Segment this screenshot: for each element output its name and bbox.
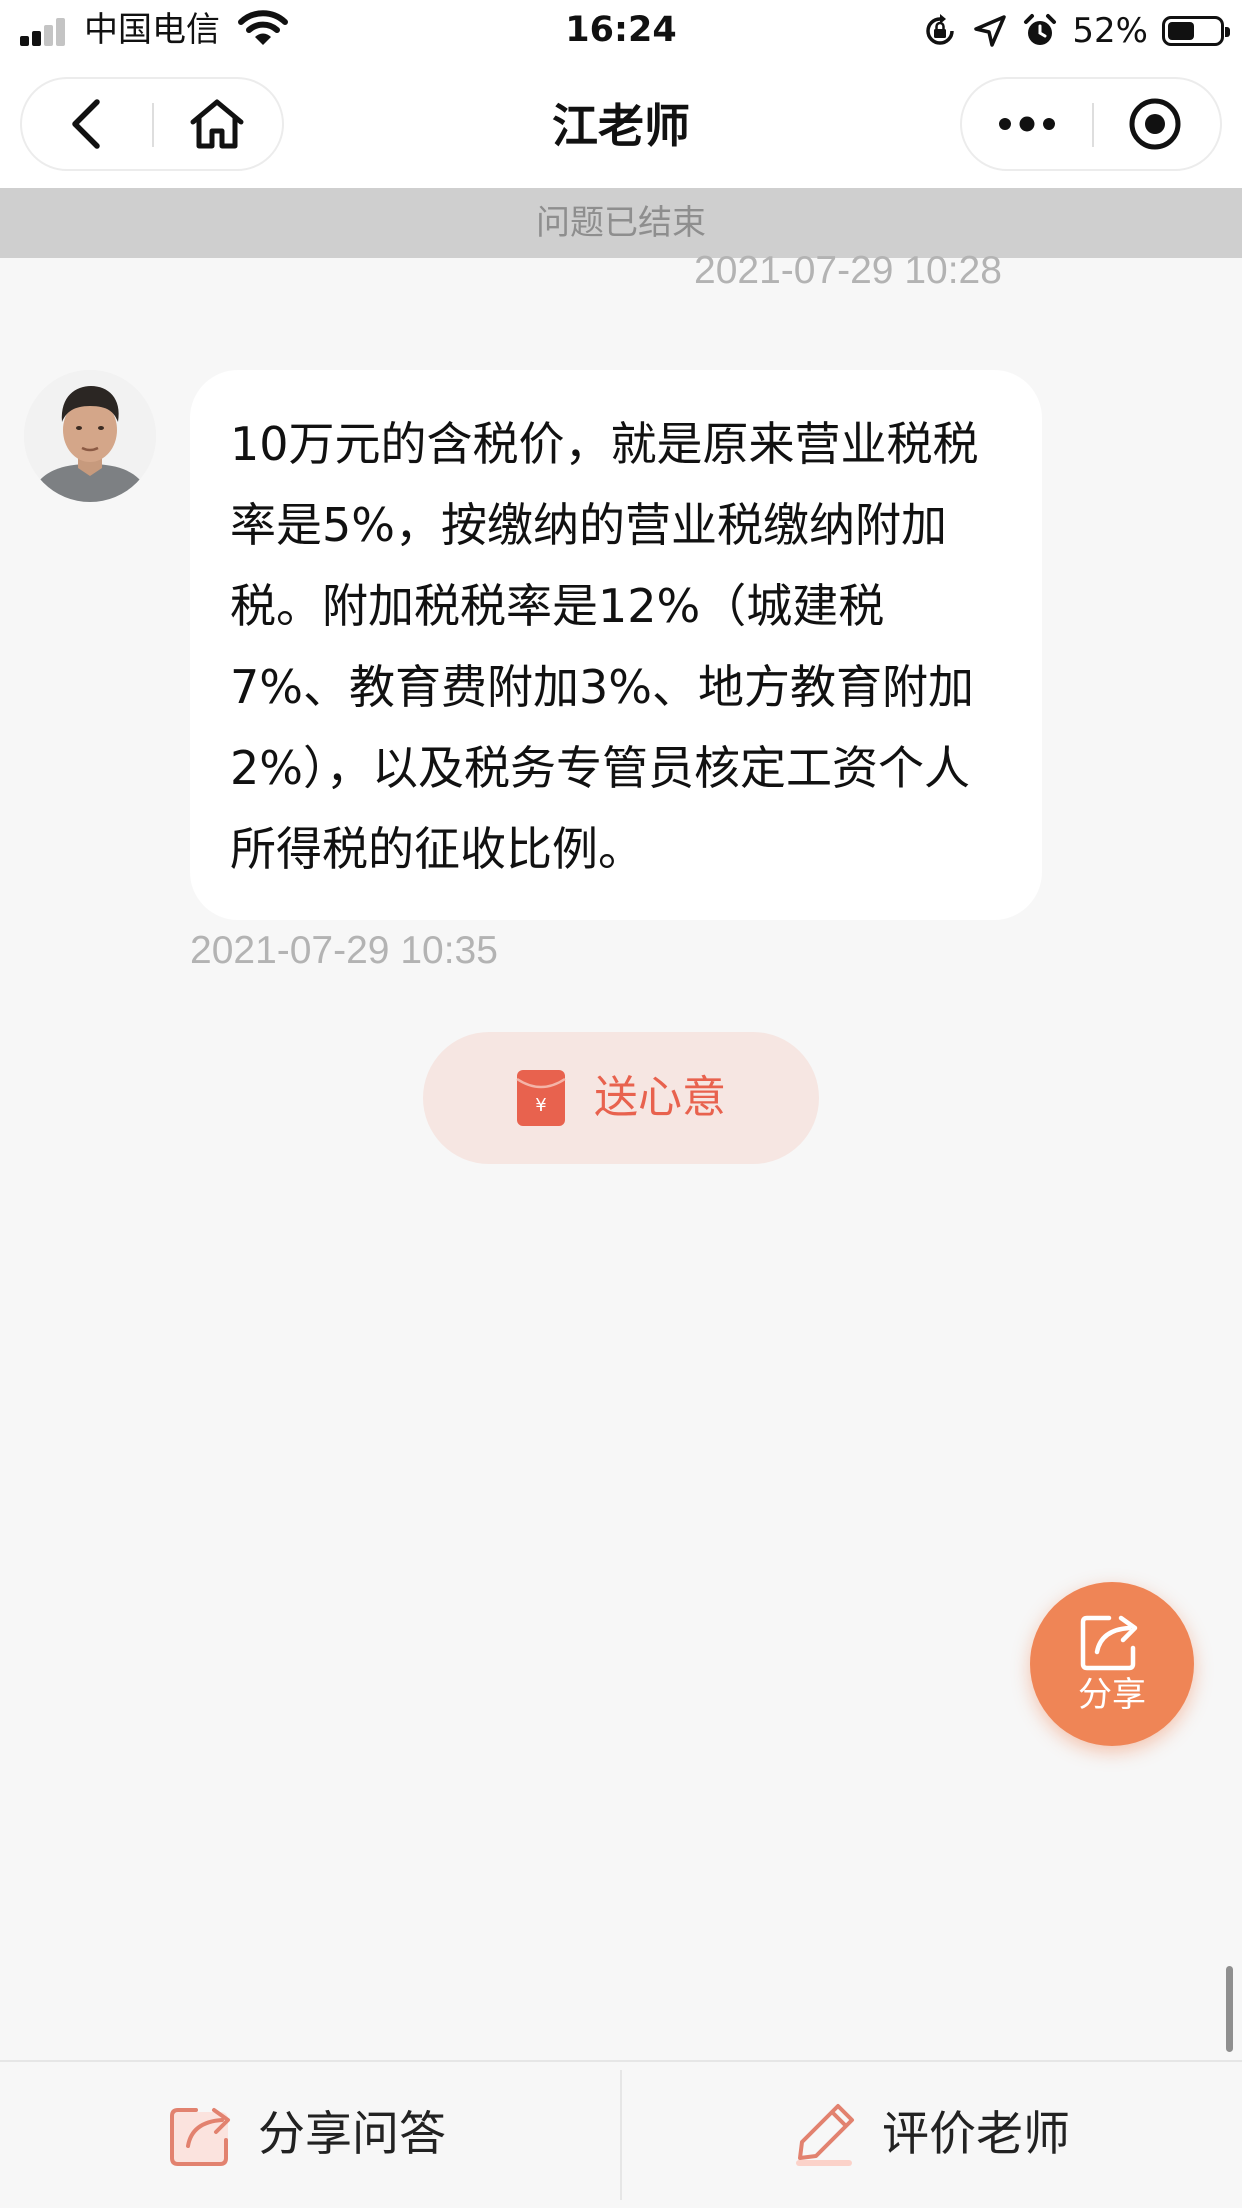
message-text: 10万元的含税价，就是原来营业税税率是5%，按缴纳的营业税缴纳附加税。附加税税率…	[230, 417, 979, 876]
more-icon	[999, 116, 1055, 132]
svg-text:¥: ¥	[535, 1095, 546, 1116]
battery-percent: 52%	[1072, 11, 1148, 51]
more-button[interactable]	[962, 79, 1092, 169]
battery-level	[1168, 22, 1194, 40]
status-bar: 中国电信 16:24 52%	[0, 0, 1242, 62]
share-floating-label: 分享	[1078, 1675, 1146, 1715]
nav-capsule-right	[960, 77, 1222, 171]
bottom-action-bar: 分享问答 评价老师	[0, 2060, 1242, 2208]
navigation-bar: 江老师	[0, 62, 1242, 188]
rate-teacher-label: 评价老师	[882, 2107, 1070, 2162]
close-mini-program-icon	[1129, 98, 1181, 150]
share-qa-icon	[170, 2108, 230, 2166]
share-icon	[1080, 1615, 1138, 1671]
alarm-icon	[1024, 14, 1057, 45]
battery-icon	[1162, 16, 1230, 46]
teacher-avatar[interactable]	[24, 370, 156, 502]
message-bubble: 10万元的含税价，就是原来营业税税率是5%，按缴纳的营业税缴纳附加税。附加税税率…	[190, 370, 1042, 920]
send-tip-label: 送心意	[594, 1072, 726, 1123]
bottom-bar-divider	[620, 2070, 622, 2200]
send-tip-button[interactable]: ¥ 送心意	[423, 1032, 819, 1164]
share-floating-button[interactable]: 分享	[1030, 1582, 1194, 1746]
orientation-lock-icon	[926, 14, 955, 45]
scrollbar[interactable]	[1226, 1966, 1233, 2052]
message-timestamp: 2021-07-29 10:35	[190, 929, 498, 972]
share-qa-label: 分享问答	[258, 2107, 446, 2162]
share-qa-button[interactable]: 分享问答	[166, 2062, 446, 2208]
previous-message-timestamp: 2021-07-29 10:28	[694, 249, 1002, 292]
pen-icon	[796, 2104, 854, 2166]
avatar-photo	[24, 370, 156, 502]
location-icon	[974, 15, 1007, 47]
rate-teacher-button[interactable]: 评价老师	[790, 2062, 1070, 2208]
question-closed-banner: 问题已结束	[0, 188, 1242, 258]
close-mini-program-button[interactable]	[1090, 79, 1220, 169]
red-envelope-icon: ¥	[516, 1070, 566, 1126]
